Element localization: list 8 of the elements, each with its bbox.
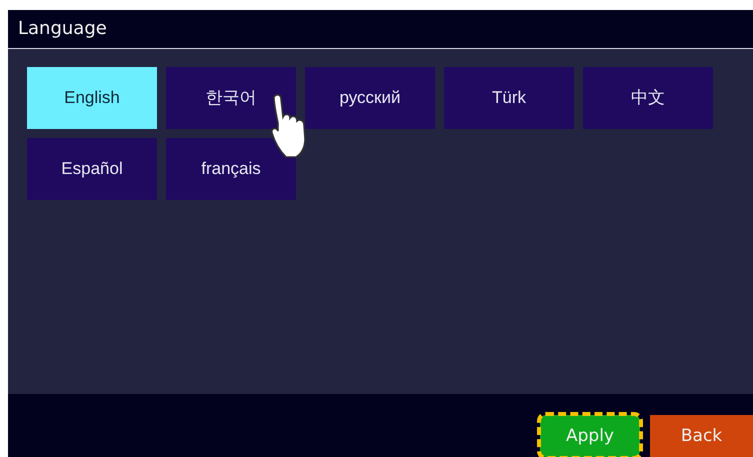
language-button[interactable]: 中文 xyxy=(583,66,713,129)
language-button[interactable]: русский xyxy=(305,66,435,129)
language-button[interactable]: français xyxy=(166,138,296,200)
screen-title: Language xyxy=(18,18,107,40)
language-button[interactable]: English xyxy=(27,66,157,129)
language-button[interactable]: Español xyxy=(27,138,157,200)
back-button[interactable]: Back xyxy=(650,415,753,457)
language-button[interactable]: Türk xyxy=(444,66,574,129)
